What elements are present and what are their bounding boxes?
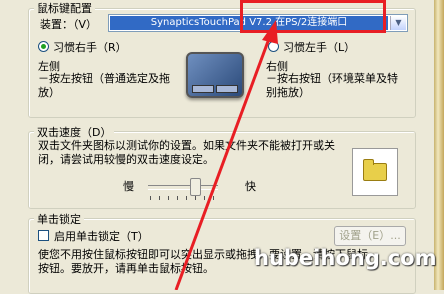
watermark-text: hubeihong.com	[254, 246, 437, 270]
